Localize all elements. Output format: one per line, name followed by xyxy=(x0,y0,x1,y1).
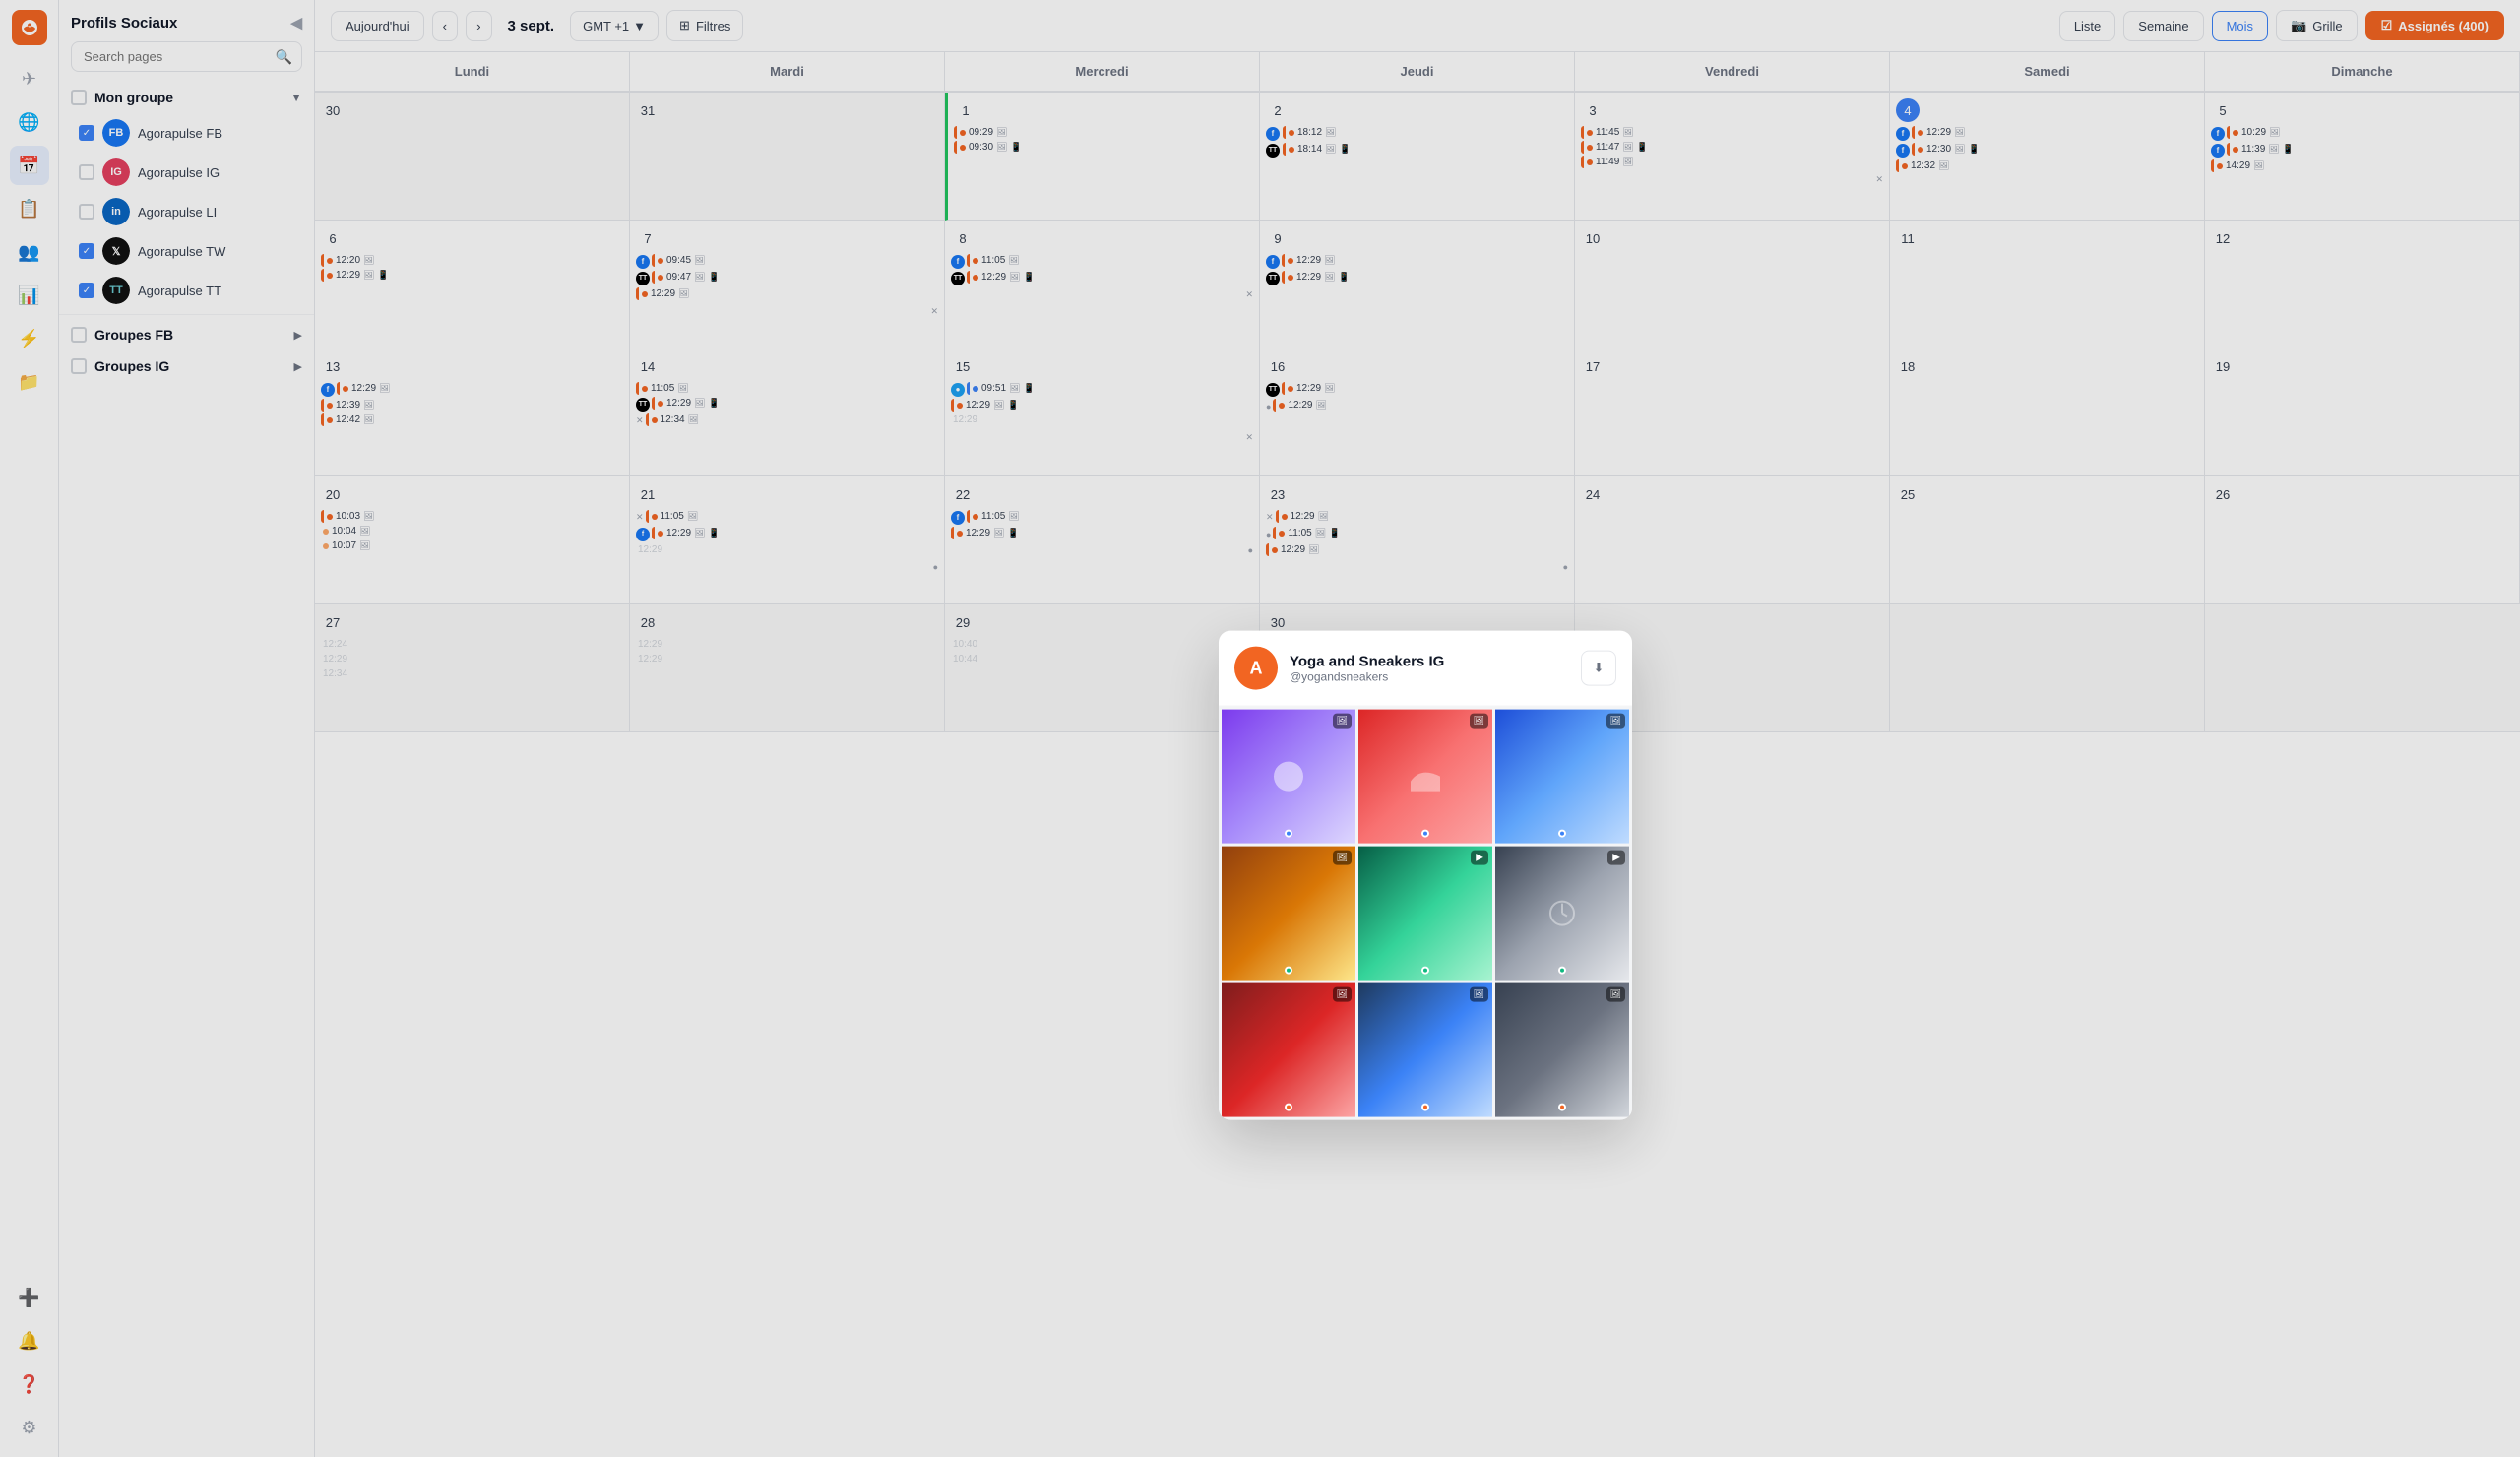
popup-img-1[interactable]: 🖼 xyxy=(1222,710,1355,844)
img-badge-4: 🖼 xyxy=(1333,851,1352,865)
popup-profile-handle: @yogandsneakers xyxy=(1290,669,1444,683)
popup-download-button[interactable]: ⬇ xyxy=(1581,651,1616,686)
img-dot-5 xyxy=(1421,967,1429,975)
popup-img-6[interactable]: ▶ xyxy=(1495,847,1629,981)
img-badge-3: 🖼 xyxy=(1606,714,1625,728)
popup-header: A Yoga and Sneakers IG @yogandsneakers ⬇ xyxy=(1219,631,1632,707)
img-play-5: ▶ xyxy=(1471,851,1488,865)
popup-img-4[interactable]: 🖼 xyxy=(1222,847,1355,981)
popup-profile-name: Yoga and Sneakers IG xyxy=(1290,653,1444,669)
popup-grid: 🖼 🖼 🖼 🖼 ▶ ▶ xyxy=(1219,707,1632,1120)
img-dot-9 xyxy=(1558,1104,1566,1111)
popup-img-3[interactable]: 🖼 xyxy=(1495,710,1629,844)
popup-img-8[interactable]: 🖼 xyxy=(1358,983,1492,1117)
img-badge-1: 🖼 xyxy=(1333,714,1352,728)
img-badge-8: 🖼 xyxy=(1470,987,1488,1002)
img-badge-2: 🖼 xyxy=(1470,714,1488,728)
img-dot-8 xyxy=(1421,1104,1429,1111)
img-dot-2 xyxy=(1421,830,1429,838)
img-badge-9: 🖼 xyxy=(1606,987,1625,1002)
popup-profile-info: Yoga and Sneakers IG @yogandsneakers xyxy=(1290,653,1444,683)
img-badge-7: 🖼 xyxy=(1333,987,1352,1002)
popup-img-9[interactable]: 🖼 xyxy=(1495,983,1629,1117)
img-dot-7 xyxy=(1285,1104,1292,1111)
img-dot-1 xyxy=(1285,830,1292,838)
popup-img-7[interactable]: 🖼 xyxy=(1222,983,1355,1117)
img-dot-4 xyxy=(1285,967,1292,975)
img-dot-6 xyxy=(1558,967,1566,975)
profile-popup: A Yoga and Sneakers IG @yogandsneakers ⬇… xyxy=(1219,631,1632,1120)
popup-overlay[interactable]: A Yoga and Sneakers IG @yogandsneakers ⬇… xyxy=(0,0,2520,1457)
popup-img-5[interactable]: ▶ xyxy=(1358,847,1492,981)
img-dot-3 xyxy=(1558,830,1566,838)
popup-avatar: A xyxy=(1234,647,1278,690)
img-play-6: ▶ xyxy=(1607,851,1625,865)
popup-img-2[interactable]: 🖼 xyxy=(1358,710,1492,844)
